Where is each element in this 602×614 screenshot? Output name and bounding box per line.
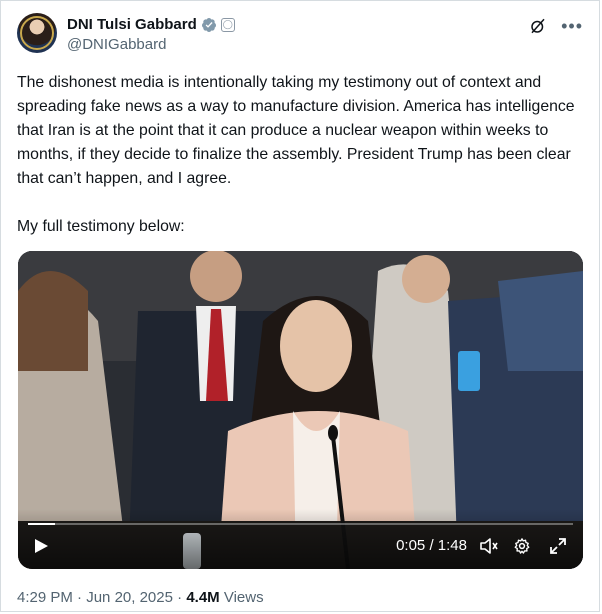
government-affiliation-icon[interactable]: ◯: [220, 17, 235, 32]
tweet-time[interactable]: 4:29 PM: [17, 589, 73, 606]
views-count[interactable]: 4.4M: [186, 589, 219, 606]
play-icon[interactable]: [32, 537, 50, 555]
tweet-paragraph: My full testimony below:: [17, 218, 185, 235]
more-icon[interactable]: •••: [561, 17, 583, 35]
video-time-separator: /: [425, 537, 438, 554]
verified-badge-icon[interactable]: [201, 17, 217, 33]
author-display-name[interactable]: DNI Tulsi Gabbard: [67, 16, 197, 33]
avatar[interactable]: [17, 13, 57, 53]
volume-icon[interactable]: [479, 537, 499, 555]
video-elapsed: 0:05: [396, 537, 426, 554]
author-name-row: DNI Tulsi Gabbard ◯: [67, 16, 235, 33]
views-label: Views: [219, 589, 264, 606]
video-time: 0:05 / 1:48: [396, 537, 467, 555]
video-player[interactable]: 0:05 / 1:48: [18, 251, 583, 569]
tweet-text: The dishonest media is intentionally tak…: [17, 71, 587, 239]
tweet-header: DNI Tulsi Gabbard ◯ @DNIGabbard •••: [17, 13, 583, 57]
meta-separator: ·: [72, 589, 87, 606]
avatar-seal: [20, 16, 54, 50]
author-handle[interactable]: @DNIGabbard: [67, 36, 166, 53]
video-controls: 0:05 / 1:48: [18, 509, 583, 569]
gear-icon[interactable]: [513, 537, 531, 555]
video-progress-bar[interactable]: [28, 523, 573, 525]
grok-icon[interactable]: [529, 17, 547, 35]
tweet-card: DNI Tulsi Gabbard ◯ @DNIGabbard ••• The …: [0, 0, 600, 612]
tweet-meta: 4:29 PM · Jun 20, 2025 · 4.4M Views: [17, 589, 264, 606]
tweet-date[interactable]: Jun 20, 2025: [86, 589, 173, 606]
expand-icon[interactable]: [549, 537, 567, 555]
tweet-paragraph: The dishonest media is intentionally tak…: [17, 74, 575, 187]
header-actions: •••: [529, 17, 583, 35]
meta-separator: ·: [172, 589, 187, 606]
video-progress-fill: [28, 523, 56, 525]
video-duration: 1:48: [437, 537, 467, 554]
